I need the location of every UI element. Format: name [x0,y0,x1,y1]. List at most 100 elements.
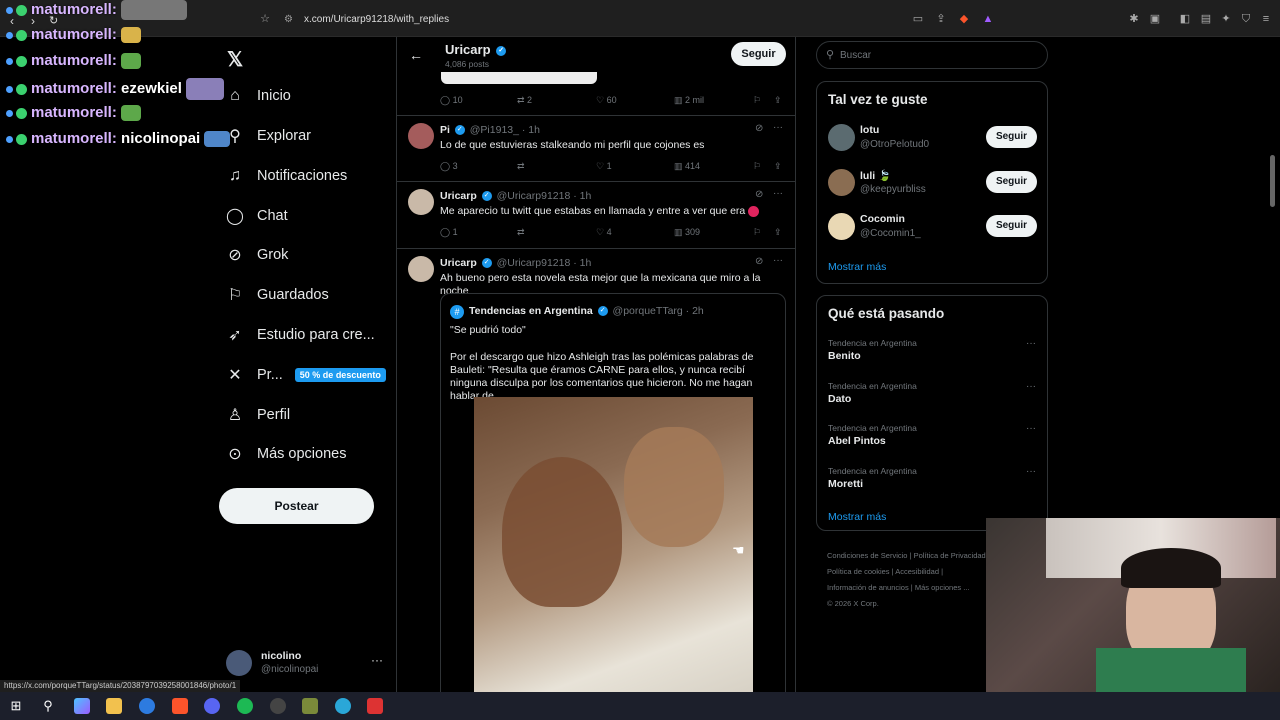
nav-item-perfil[interactable]: ♙ Perfil [226,400,290,430]
scrollbar-thumb[interactable] [1270,155,1275,207]
nav-item-notificaciones[interactable]: ♫ Notificaciones [226,161,347,191]
x-logo-icon[interactable]: 𝕏 [227,47,243,72]
edge-icon[interactable] [139,698,155,714]
tweet[interactable]: Pi ✓ @Pi1913_ · 1h ⊘ ··· Lo de que estuv… [397,117,795,181]
tweet[interactable]: Uricarp ✓ @Uricarp91218 · 1h ⊘ ··· Ah bu… [397,250,795,692]
app-icon[interactable] [302,698,318,714]
back-arrow-icon[interactable]: ← [409,47,423,63]
grok-icon[interactable]: ⊘ [755,123,763,134]
screenshot-icon[interactable]: ▣ [1148,12,1162,26]
footer-link[interactable]: Política de cookies [827,567,890,576]
show-more-link[interactable]: Mostrar más [828,261,886,273]
copilot-icon[interactable] [74,698,90,714]
reply-icon[interactable]: ◯ 1 [440,227,458,238]
discord-icon[interactable] [204,698,220,714]
trend-item[interactable]: Tendencia en Argentina Benito ··· [817,336,1047,366]
footer-link[interactable]: Accesibilidad [895,567,939,576]
reply-icon[interactable]: ◯ 3 [440,161,458,172]
nav-item-explorar[interactable]: ⚲ Explorar [226,121,311,151]
more-dots-icon[interactable]: ··· [1026,338,1036,349]
obs-icon[interactable] [270,698,286,714]
wallet-icon[interactable]: ▤ [1199,12,1213,26]
retweet-icon[interactable]: ⇄ 2 [517,95,532,106]
like-icon[interactable]: ♡ 1 [596,161,612,172]
footer-link[interactable]: Política de Privacidad [914,551,986,560]
back-arrow-icon[interactable]: ‹ [10,14,14,28]
footer-link[interactable]: Más opciones ... [915,583,970,592]
post-button[interactable]: Postear [219,488,374,524]
more-dots-icon[interactable]: ··· [1026,466,1036,477]
account-switcher[interactable]: nicolino @nicolinopai ··· [226,647,391,681]
more-dots-icon[interactable]: ··· [773,255,783,266]
spotify-icon[interactable] [237,698,253,714]
quoted-photo[interactable] [474,397,753,692]
suggestion-row[interactable]: lotu @OtroPelotud0 Seguir [817,122,1047,156]
follow-button[interactable]: Seguir [986,171,1037,193]
suggestion-row[interactable]: Cocomin @Cocomin1_ Seguir [817,211,1047,245]
retweet-icon[interactable]: ⇄ [517,227,525,238]
share-icon[interactable]: ⇪ [934,12,948,26]
trend-item[interactable]: Tendencia en Argentina Moretti ··· [817,464,1047,494]
like-icon[interactable]: ♡ 4 [596,227,612,238]
quoted-headline: "Se pudrió todo" [450,324,526,336]
extensions-icon[interactable]: ✱ [1127,12,1141,26]
more-dots-icon[interactable]: ··· [773,188,783,199]
like-icon[interactable]: ♡ 60 [596,95,617,106]
site-info-icon[interactable]: ⚙ [284,9,293,31]
trend-item[interactable]: Tendencia en Argentina Dato ··· [817,379,1047,409]
nav-item-guardados[interactable]: ⚐ Guardados [226,280,329,310]
forward-arrow-icon[interactable]: › [31,14,35,28]
search-input[interactable]: ⚲ Buscar [816,41,1048,69]
search-icon[interactable]: ⚲ [40,698,56,714]
nav-item-inicio[interactable]: ⌂ Inicio [226,81,291,111]
nav-item-chat[interactable]: ◯ Chat [226,201,288,231]
footer-link[interactable]: Información de anuncios [827,583,909,592]
grok-icon[interactable]: ⊘ [755,189,763,200]
reply-icon[interactable]: ◯ 10 [440,95,463,106]
more-dots-icon[interactable]: ··· [1026,423,1036,434]
menu-icon[interactable]: ≡ [1259,12,1273,26]
retweet-icon[interactable]: ⇄ [517,161,525,172]
reload-icon[interactable]: ↻ [49,14,58,27]
brave-rewards-icon[interactable]: ▲ [981,12,995,26]
nav-item-mas-opciones[interactable]: ⊙ Más opciones [226,439,346,469]
quoted-tweet[interactable]: # Tendencias en Argentina ✓ @porqueTTarg… [440,293,786,692]
show-more-link[interactable]: Mostrar más [828,511,886,523]
views-icon[interactable]: ▥ 309 [674,227,700,238]
trend-item[interactable]: Tendencia en Argentina Abel Pintos ··· [817,421,1047,451]
bookmark-icon[interactable]: ⚐ [753,227,761,238]
share-icon[interactable]: ⇪ [774,227,782,238]
file-explorer-icon[interactable] [106,698,122,714]
suggestion-row[interactable]: luli 🍃 @keepyurbliss Seguir [817,167,1047,201]
grok-icon[interactable]: ⊘ [755,256,763,267]
follow-button[interactable]: Seguir [986,126,1037,148]
views-icon[interactable]: ▥ 414 [674,161,700,172]
nav-item-premium[interactable]: ✕ Pr... 50 % de descuento [226,360,386,390]
vpn-icon[interactable]: ⛉ [1239,12,1253,26]
brave-shield-icon[interactable]: ◆ [957,12,971,26]
more-dots-icon[interactable]: ··· [773,122,783,133]
windows-start-icon[interactable]: ⊞ [8,698,24,714]
sidebar-icon[interactable]: ◧ [1178,12,1192,26]
app-icon[interactable] [335,698,351,714]
home-icon: ⌂ [230,87,240,104]
follow-button[interactable]: Seguir [731,42,786,66]
app-icon[interactable] [367,698,383,714]
more-dots-icon[interactable]: ··· [1026,381,1036,392]
nav-item-estudio[interactable]: ➶ Estudio para cre... [226,320,374,350]
follow-button[interactable]: Seguir [986,215,1037,237]
brave-icon[interactable] [172,698,188,714]
footer-link[interactable]: Condiciones de Servicio [827,551,907,560]
bookmark-page-icon[interactable]: ☆ [258,12,272,26]
tweet[interactable]: Uricarp ✓ @Uricarp91218 · 1h ⊘ ··· Me ap… [397,183,795,247]
bookmark-icon[interactable]: ⚐ [753,161,761,172]
share-icon[interactable]: ⇪ [774,95,782,106]
share-icon[interactable]: ⇪ [774,161,782,172]
nav-item-grok[interactable]: ⊘ Grok [226,240,288,270]
bookmark-icon[interactable]: ⚐ [753,95,761,106]
cast-icon[interactable]: ▭ [911,12,925,26]
address-bar[interactable]: ⚙ x.com/Uricarp91218/with_replies [276,9,896,31]
more-dots-icon[interactable]: ··· [371,653,383,667]
views-icon[interactable]: ▥ 2 mil [674,95,704,106]
leo-ai-icon[interactable]: ✦ [1219,12,1233,26]
